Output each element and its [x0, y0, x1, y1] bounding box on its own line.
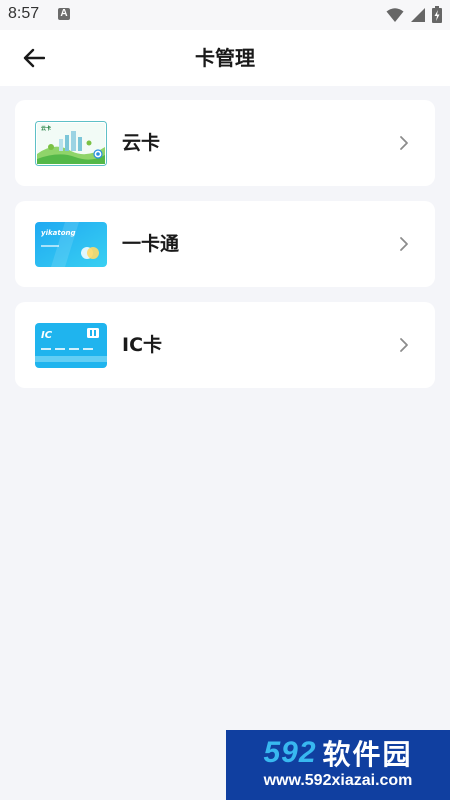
ic-card-thumb: IC: [35, 323, 107, 368]
status-bar: 8:57 A: [0, 0, 450, 30]
watermark-logo: 592 软件园 www.592xiazai.com: [226, 730, 450, 800]
yikatong-card-thumb-text: yikatong: [41, 229, 76, 237]
card-label-cloud: 云卡: [122, 132, 161, 154]
wifi-icon: [386, 7, 404, 22]
chevron-right-icon: [400, 338, 408, 352]
page-title: 卡管理: [195, 46, 255, 70]
cloud-card-thumb-text: 云卡: [41, 125, 51, 132]
ic-card-thumb-text: IC: [41, 330, 53, 341]
status-time: 8:57: [8, 5, 40, 22]
watermark-url: www.592xiazai.com: [263, 772, 413, 789]
chevron-right-icon: [400, 136, 408, 150]
watermark-brand: 592 软件园: [226, 736, 450, 771]
card-item-ic[interactable]: IC IC卡: [15, 302, 435, 388]
card-label-ic: IC卡: [122, 334, 163, 356]
notification-badge: A: [58, 8, 70, 20]
watermark-name: 软件园: [322, 738, 413, 771]
card-item-cloud[interactable]: 云卡 云卡: [15, 100, 435, 186]
header: 卡管理: [0, 30, 450, 86]
cloud-card-thumb: 云卡: [35, 121, 107, 166]
back-button[interactable]: [18, 43, 50, 73]
status-icons: [386, 6, 442, 23]
arrow-left-icon: [23, 48, 45, 68]
signal-icon: [411, 7, 425, 22]
chevron-right-icon: [400, 237, 408, 251]
card-list: 云卡 云卡 yikatong 一卡通 IC IC卡: [15, 100, 435, 403]
battery-charging-icon: [432, 6, 442, 23]
card-label-yikatong: 一卡通: [122, 233, 180, 255]
card-item-yikatong[interactable]: yikatong 一卡通: [15, 201, 435, 287]
watermark-number: 592: [263, 736, 317, 769]
yikatong-card-thumb: yikatong: [35, 222, 107, 267]
